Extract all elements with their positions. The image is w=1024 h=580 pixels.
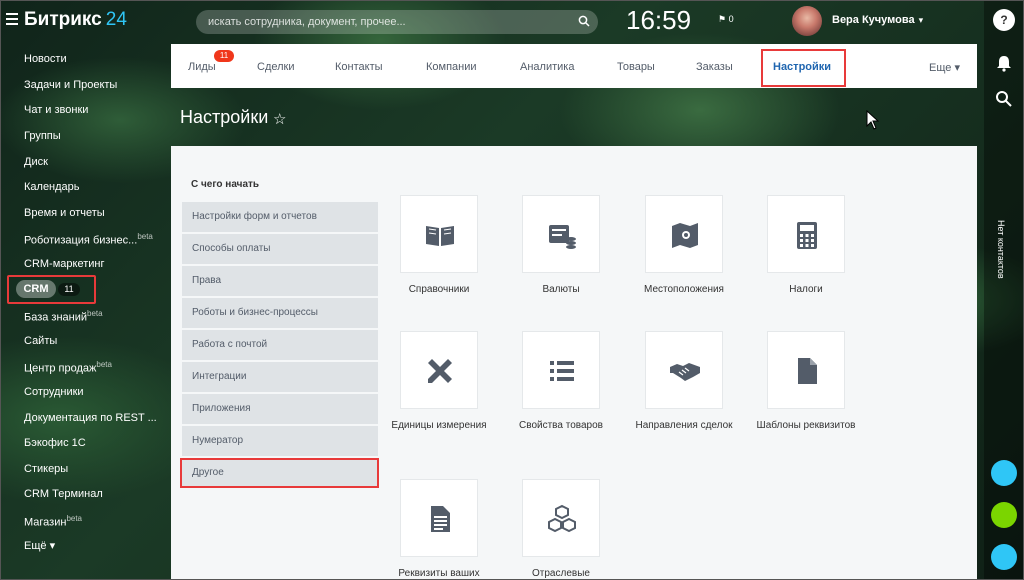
top-bar: Битрикс24 16:59 ⚑ 0 Вера Кучумова▾ bbox=[0, 0, 1024, 44]
nav-item-mail[interactable]: Работа с почтой bbox=[182, 330, 378, 360]
tile-label-currencies: Валюты bbox=[542, 284, 580, 295]
sidebar-item-crm-terminal[interactable]: CRM Терминал bbox=[24, 488, 103, 500]
handshake-icon bbox=[670, 363, 700, 381]
document-icon bbox=[798, 358, 817, 384]
app-logo[interactable]: Битрикс 24 bbox=[24, 9, 127, 31]
tile-taxes[interactable] bbox=[767, 195, 845, 273]
tab-deals[interactable]: Сделки bbox=[257, 61, 295, 73]
tab-orders[interactable]: Заказы bbox=[696, 61, 733, 73]
settings-nav: Настройки форм и отчетов Способы оплаты … bbox=[182, 202, 378, 490]
book-icon bbox=[426, 226, 454, 246]
tile-label-locations: Местоположения bbox=[644, 284, 724, 295]
sidebar-item-disk[interactable]: Диск bbox=[24, 156, 48, 168]
clock[interactable]: 16:59 bbox=[626, 5, 691, 36]
phone-icon[interactable] bbox=[991, 502, 1017, 528]
nav-item-integrations[interactable]: Интеграции bbox=[182, 362, 378, 392]
app-name: Битрикс bbox=[24, 9, 102, 30]
tile-industry[interactable] bbox=[522, 479, 600, 557]
ruler-pencil-icon bbox=[428, 359, 452, 383]
settings-workarea: С чего начать Настройки форм и отчетов С… bbox=[171, 146, 977, 580]
nav-item-robots[interactable]: Роботы и бизнес-процессы bbox=[182, 298, 378, 328]
sidebar-item-stickers[interactable]: Стикеры bbox=[24, 463, 68, 475]
tile-directories[interactable] bbox=[400, 195, 478, 273]
cubes-icon bbox=[548, 504, 576, 533]
avatar[interactable] bbox=[792, 6, 822, 36]
search-box[interactable] bbox=[196, 10, 598, 34]
section-title: С чего начать bbox=[191, 179, 260, 190]
flag-count: 0 bbox=[728, 14, 734, 24]
sidebar-item-more[interactable]: Ещё ▾ bbox=[24, 539, 55, 552]
sidebar-item-knowledge[interactable]: База знанийbeta bbox=[24, 309, 103, 324]
right-rail: ? Нет контактов bbox=[984, 0, 1024, 580]
crm-highlight-frame bbox=[7, 275, 96, 304]
page-title: Настройки bbox=[180, 107, 269, 127]
tile-label-industry: Отраслевые bbox=[532, 568, 590, 579]
tile-label-your-requisites: Реквизиты ваших bbox=[398, 568, 480, 579]
tile-locations[interactable] bbox=[645, 195, 723, 273]
no-contacts-label: Нет контактов bbox=[996, 220, 1006, 279]
crm-tab-bar: Лиды 11 Сделки Контакты Компании Аналити… bbox=[171, 44, 977, 88]
tile-units[interactable] bbox=[400, 331, 478, 409]
nav-item-numerator[interactable]: Нумератор bbox=[182, 426, 378, 456]
search-icon[interactable] bbox=[578, 15, 590, 27]
menu-burger-icon[interactable] bbox=[6, 13, 18, 25]
tile-requisite-templates[interactable] bbox=[767, 331, 845, 409]
list-icon bbox=[550, 361, 574, 381]
tab-leads[interactable]: Лиды bbox=[188, 61, 216, 73]
tile-deal-directions[interactable] bbox=[645, 331, 723, 409]
app-version: 24 bbox=[105, 9, 127, 30]
mouse-cursor-icon bbox=[866, 110, 880, 130]
open-lines-icon[interactable] bbox=[991, 460, 1017, 486]
tile-your-requisites[interactable] bbox=[400, 479, 478, 557]
other-highlight-frame bbox=[180, 458, 379, 488]
tab-contacts[interactable]: Контакты bbox=[335, 61, 383, 73]
tile-label-taxes: Налоги bbox=[789, 284, 823, 295]
user-menu[interactable]: Вера Кучумова ▾ bbox=[832, 14, 923, 26]
settings-tab-highlight-frame bbox=[761, 49, 846, 87]
text-document-icon bbox=[431, 506, 450, 532]
tile-label-deal-directions: Направления сделок bbox=[635, 420, 733, 431]
user-name: Вера Кучумова bbox=[832, 14, 915, 26]
tile-product-properties[interactable] bbox=[522, 331, 600, 409]
search-icon[interactable] bbox=[993, 88, 1015, 110]
nav-item-permissions[interactable]: Права bbox=[182, 266, 378, 296]
tile-label-requisite-templates: Шаблоны реквизитов bbox=[756, 420, 856, 431]
tab-analytics[interactable]: Аналитика bbox=[520, 61, 574, 73]
tile-label-product-properties: Свойства товаров bbox=[519, 420, 603, 431]
bell-icon[interactable] bbox=[993, 52, 1015, 74]
sidebar-item-rest-docs[interactable]: Документация по REST ... bbox=[24, 412, 157, 424]
tab-products[interactable]: Товары bbox=[617, 61, 655, 73]
search-input[interactable] bbox=[208, 14, 558, 30]
nav-item-payment-methods[interactable]: Способы оплаты bbox=[182, 234, 378, 264]
sidebar-item-robotization[interactable]: Роботизация бизнес...beta bbox=[24, 232, 153, 247]
sidebar-item-chat[interactable]: Чат и звонки bbox=[24, 104, 88, 116]
leads-counter-badge: 11 bbox=[214, 50, 234, 62]
sidebar-item-news[interactable]: Новости bbox=[24, 53, 67, 65]
sidebar-item-groups[interactable]: Группы bbox=[24, 130, 61, 142]
sidebar-item-backoffice[interactable]: Бэкофис 1С bbox=[24, 437, 86, 449]
help-icon[interactable]: ? bbox=[993, 9, 1015, 31]
sidebar-item-employees[interactable]: Сотрудники bbox=[24, 386, 84, 398]
flag-counter[interactable]: ⚑ 0 bbox=[718, 14, 734, 25]
sidebar-item-sites[interactable]: Сайты bbox=[24, 335, 57, 347]
sidebar-item-tasks[interactable]: Задачи и Проекты bbox=[24, 79, 117, 91]
nav-item-forms-reports[interactable]: Настройки форм и отчетов bbox=[182, 202, 378, 232]
nav-item-applications[interactable]: Приложения bbox=[182, 394, 378, 424]
tab-more[interactable]: Еще ▾ bbox=[929, 61, 960, 74]
sidebar-item-sales-center[interactable]: Центр продажbeta bbox=[24, 360, 112, 375]
chevron-down-icon: ▾ bbox=[918, 15, 924, 25]
calculator-icon bbox=[797, 222, 817, 249]
tile-currencies[interactable] bbox=[522, 195, 600, 273]
star-icon[interactable]: ☆ bbox=[273, 110, 286, 128]
map-icon bbox=[672, 223, 698, 248]
tile-label-units: Единицы измерения bbox=[391, 420, 487, 431]
education-icon[interactable] bbox=[991, 544, 1017, 570]
tab-companies[interactable]: Компании bbox=[426, 61, 477, 73]
sidebar-item-calendar[interactable]: Календарь bbox=[24, 181, 80, 193]
sidebar-item-crm-marketing[interactable]: CRM-маркетинг bbox=[24, 258, 104, 270]
sidebar-item-shop[interactable]: Магазинbeta bbox=[24, 514, 82, 529]
currency-icon bbox=[549, 225, 576, 249]
sidebar-item-time[interactable]: Время и отчеты bbox=[24, 207, 105, 219]
tile-label-directories: Справочники bbox=[408, 284, 470, 295]
